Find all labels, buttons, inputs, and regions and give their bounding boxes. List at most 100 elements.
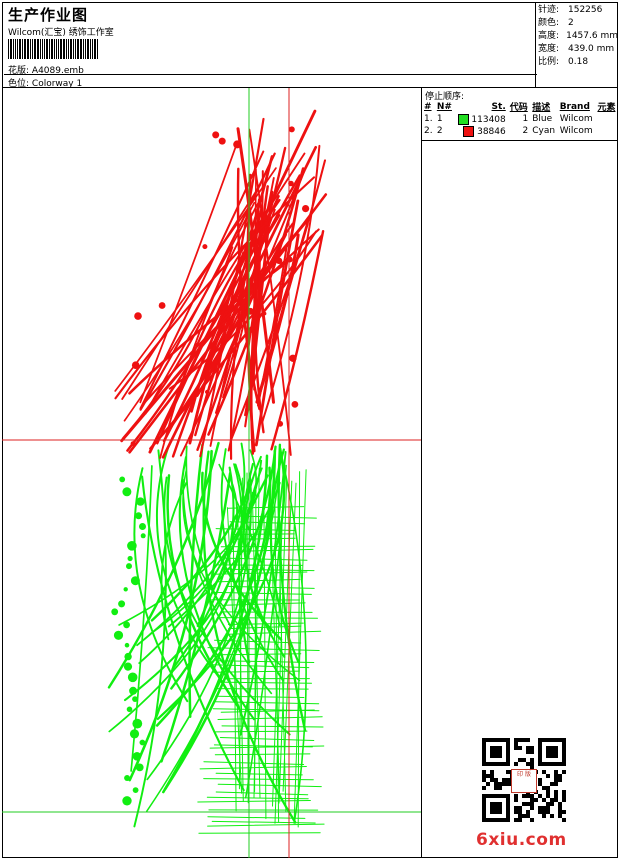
green-bead bbox=[129, 729, 140, 739]
col-n: N# bbox=[436, 101, 452, 112]
red-bead bbox=[277, 420, 284, 427]
green-mesh bbox=[215, 791, 309, 796]
barcode-bar bbox=[85, 39, 86, 59]
green-bead bbox=[118, 600, 126, 608]
stat-colors: 颜色: 2 bbox=[538, 18, 574, 28]
col-code: 代码 bbox=[509, 103, 528, 113]
red-bead bbox=[134, 312, 142, 320]
color-swatch bbox=[457, 113, 469, 125]
table-header: # N# St. 代码 描述 Brand 元素 bbox=[422, 100, 618, 114]
green-bead bbox=[132, 718, 143, 729]
barcode-bar bbox=[10, 39, 12, 59]
red-bead bbox=[263, 311, 267, 316]
red-bead bbox=[130, 441, 136, 446]
site-watermark: 6xiu.com bbox=[476, 830, 567, 850]
green-mesh bbox=[198, 832, 321, 834]
green-bead bbox=[123, 587, 128, 592]
green-bead bbox=[127, 672, 138, 683]
barcode-bar bbox=[15, 39, 16, 59]
barcode-bar bbox=[8, 39, 9, 59]
barcode-bar bbox=[13, 39, 14, 59]
stat-scale: 比例: 0.18 bbox=[538, 57, 589, 67]
table-divider bbox=[422, 140, 618, 141]
green-bead bbox=[126, 563, 132, 570]
green-mesh bbox=[293, 469, 307, 821]
qr-stamp-seal: 印 版 bbox=[511, 769, 537, 793]
red-bead bbox=[291, 401, 299, 408]
barcode-bar bbox=[94, 39, 96, 59]
barcode-bar bbox=[97, 39, 98, 59]
barcode-bar bbox=[80, 39, 82, 59]
barcode-bar bbox=[40, 39, 41, 59]
barcode-bar bbox=[46, 39, 48, 59]
company-name: Wilcom(汇宝) 绣饰工作室 bbox=[8, 28, 114, 38]
stitch-drawing bbox=[2, 88, 421, 858]
red-strand bbox=[128, 193, 328, 454]
barcode-bar bbox=[68, 39, 69, 59]
barcode-bar bbox=[66, 39, 67, 59]
green-bead bbox=[122, 796, 132, 806]
red-bead bbox=[233, 140, 242, 149]
stop-sequence-table: # N# St. 代码 描述 Brand 元素 1. 1 113408 1 Bl… bbox=[422, 100, 618, 137]
col-brand: Brand bbox=[559, 101, 590, 112]
red-bead bbox=[205, 389, 210, 395]
barcode-bar bbox=[34, 39, 36, 59]
barcode-bar bbox=[17, 39, 18, 59]
barcode-bar bbox=[30, 39, 31, 59]
green-bead bbox=[129, 686, 138, 695]
red-bead bbox=[288, 126, 295, 133]
green-bead bbox=[123, 621, 130, 629]
design-label: 花版: bbox=[8, 66, 30, 76]
green-mesh bbox=[207, 816, 306, 819]
barcode-bar bbox=[92, 39, 93, 59]
green-mesh bbox=[214, 688, 309, 690]
barcode-bar bbox=[83, 39, 84, 59]
green-bead bbox=[113, 630, 124, 640]
red-bead bbox=[218, 137, 226, 145]
green-mesh bbox=[221, 725, 324, 728]
barcode-bar bbox=[58, 39, 59, 59]
green-mesh bbox=[199, 766, 307, 770]
green-bead bbox=[122, 487, 132, 497]
green-bead bbox=[132, 752, 142, 761]
red-bead bbox=[275, 257, 283, 264]
green-bead bbox=[132, 696, 138, 702]
barcode-bar bbox=[87, 39, 89, 59]
barcode-bar bbox=[24, 39, 26, 59]
design-value: A4089.emb bbox=[31, 66, 84, 76]
red-bead bbox=[286, 256, 293, 263]
barcode-bar bbox=[44, 39, 45, 59]
col-element: 元素 bbox=[597, 103, 616, 113]
stats-panel: 针迹: 152256 颜色: 2 高度: 1457.6 mm 宽度: 439.0 mm … bbox=[535, 2, 618, 88]
green-bead bbox=[127, 541, 137, 551]
red-bead bbox=[264, 221, 269, 226]
green-mesh bbox=[207, 823, 325, 827]
green-bead bbox=[127, 555, 133, 562]
stat-height: 高度: 1457.6 mm bbox=[538, 31, 618, 41]
red-bead bbox=[237, 295, 242, 300]
red-bead bbox=[158, 302, 166, 309]
stat-stitches: 针迹: 152256 bbox=[538, 5, 603, 15]
green-mesh bbox=[215, 695, 305, 698]
barcode-bar bbox=[22, 39, 23, 59]
red-bead bbox=[247, 307, 254, 315]
green-bead bbox=[119, 476, 126, 483]
barcode-bar bbox=[56, 39, 57, 59]
barcode-bar bbox=[27, 39, 29, 59]
table-row: 1. 1 113408 1 Blue Wilcom bbox=[424, 113, 593, 125]
green-bead bbox=[135, 763, 144, 772]
barcode-bar bbox=[77, 39, 79, 59]
barcode-bar bbox=[19, 39, 21, 59]
green-bead bbox=[132, 787, 139, 793]
col-index: # bbox=[424, 101, 432, 112]
green-mesh bbox=[220, 545, 316, 548]
red-bead bbox=[289, 354, 297, 362]
green-mesh bbox=[197, 800, 311, 803]
barcode-bar bbox=[70, 39, 72, 59]
green-bead bbox=[136, 497, 145, 506]
red-bead bbox=[212, 131, 220, 139]
red-thread-strokes bbox=[114, 109, 328, 460]
green-mesh bbox=[217, 783, 322, 788]
green-bead bbox=[135, 512, 143, 520]
green-mesh bbox=[219, 737, 315, 741]
